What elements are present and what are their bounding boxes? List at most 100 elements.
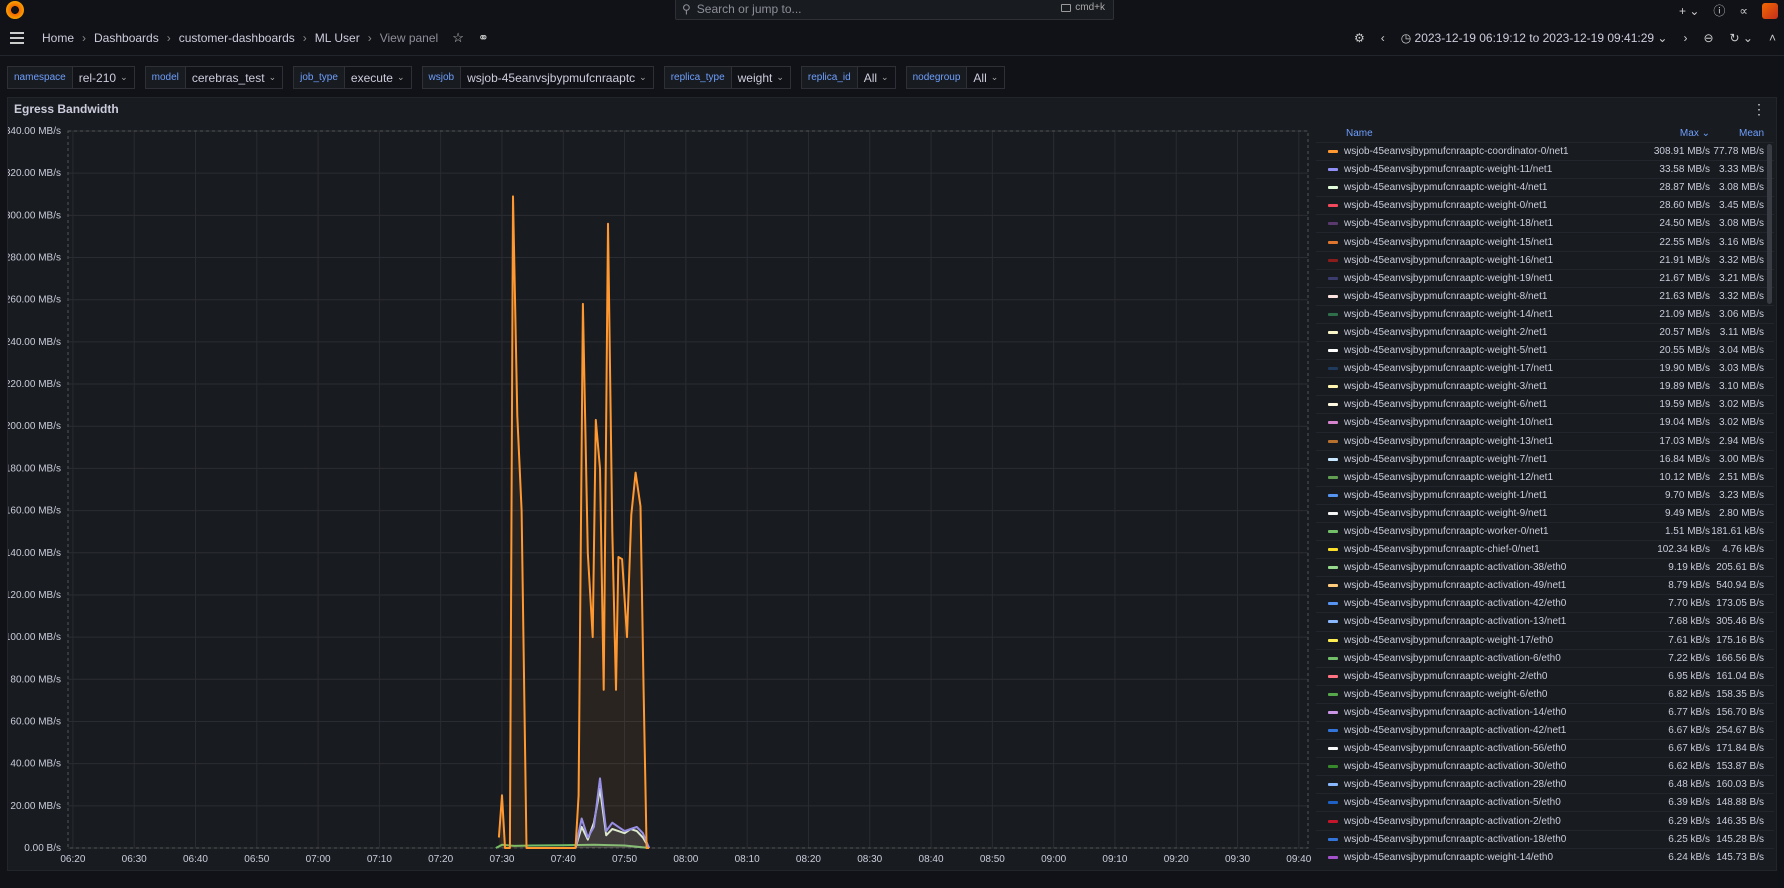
refresh-icon[interactable]: ↻ ⌄ [1730,31,1753,45]
zoom-out-icon[interactable]: ⊖ [1703,31,1713,45]
legend-item[interactable]: wsjob-45eanvsjbypmufcnraaptc-weight-6/et… [1316,684,1774,703]
variable-wsjob[interactable]: wsjob wsjob-45eanvsjbypmufcnraaptc ⌄ [421,66,654,89]
series-color-swatch [1328,548,1338,552]
legend-header-name[interactable]: Name [1316,128,1638,142]
legend-item[interactable]: wsjob-45eanvsjbypmufcnraaptc-weight-13/n… [1316,431,1774,450]
variable-value: All [863,70,878,85]
legend-item[interactable]: wsjob-45eanvsjbypmufcnraaptc-weight-4/ne… [1316,178,1774,196]
legend-item-mean: 148.88 B/s [1716,797,1764,809]
legend-item[interactable]: wsjob-45eanvsjbypmufcnraaptc-weight-8/ne… [1316,286,1774,305]
legend-item[interactable]: wsjob-45eanvsjbypmufcnraaptc-weight-17/n… [1316,359,1774,377]
chevron-down-icon: ⌄ [1657,31,1668,45]
legend-item[interactable]: wsjob-45eanvsjbypmufcnraaptc-activation-… [1316,793,1774,811]
variable-select[interactable]: weight ⌄ [731,66,791,89]
legend-item-mean: 175.16 B/s [1716,634,1764,646]
legend-item-name: wsjob-45eanvsjbypmufcnraaptc-weight-14/n… [1344,308,1554,320]
legend-scrollbar[interactable] [1767,144,1772,304]
legend-item[interactable]: wsjob-45eanvsjbypmufcnraaptc-chief-0/net… [1316,540,1774,558]
variable-nodegroup[interactable]: nodegroup All ⌄ [905,66,1006,89]
panel-menu-icon[interactable]: ⋮ [1752,101,1766,118]
legend-item[interactable]: wsjob-45eanvsjbypmufcnraaptc-weight-16/n… [1316,250,1774,269]
avatar[interactable] [1762,2,1778,19]
legend-item[interactable]: wsjob-45eanvsjbypmufcnraaptc-weight-2/et… [1316,666,1774,685]
legend-item[interactable]: wsjob-45eanvsjbypmufcnraaptc-activation-… [1316,721,1774,739]
legend-item[interactable]: wsjob-45eanvsjbypmufcnraaptc-weight-0/ne… [1316,196,1774,214]
plus-icon[interactable]: + ⌄ [1679,4,1699,18]
settings-icon[interactable]: ⚙ [1354,31,1365,45]
legend-item[interactable]: wsjob-45eanvsjbypmufcnraaptc-coordinator… [1316,142,1774,160]
legend-item-name: wsjob-45eanvsjbypmufcnraaptc-weight-17/n… [1344,363,1554,375]
share-icon[interactable]: ⚭ [478,30,489,46]
series-color-swatch [1328,511,1338,515]
legend-item[interactable]: wsjob-45eanvsjbypmufcnraaptc-weight-15/n… [1316,232,1774,250]
legend-item[interactable]: wsjob-45eanvsjbypmufcnraaptc-activation-… [1316,576,1774,594]
keyboard-icon [1061,3,1072,12]
legend-item[interactable]: wsjob-45eanvsjbypmufcnraaptc-activation-… [1316,612,1774,630]
variable-namespace[interactable]: namespace rel-210 ⌄ [7,66,135,89]
search-input[interactable]: ⚲ Search or jump to... cmd+k [675,0,1114,20]
legend-item-name: wsjob-45eanvsjbypmufcnraaptc-coordinator… [1344,146,1569,158]
variable-replica-id[interactable]: replica_id All ⌄ [800,66,896,89]
variable-select[interactable]: rel-210 ⌄ [72,66,135,89]
variable-select[interactable]: execute ⌄ [344,66,412,89]
y-tick-label: 260.00 MB/s [8,295,61,306]
legend-item[interactable]: wsjob-45eanvsjbypmufcnraaptc-activation-… [1316,558,1774,576]
legend-item[interactable]: wsjob-45eanvsjbypmufcnraaptc-weight-10/n… [1316,413,1774,431]
chart[interactable]: 0.00 B/s 20.00 MB/s 40.00 MB/s 60.00 MB/s 80… [8,124,1314,864]
chevron-left-icon[interactable]: ‹ [1381,31,1385,45]
series-color-swatch [1328,168,1338,172]
variable-model[interactable]: model cerebras_test ⌄ [144,66,284,89]
legend-item[interactable]: wsjob-45eanvsjbypmufcnraaptc-weight-5/ne… [1316,341,1774,359]
breadcrumb-home[interactable]: Home [42,31,74,45]
breadcrumb-separator: › [302,30,307,45]
variable-replica-type[interactable]: replica_type weight ⌄ [663,66,791,89]
legend-item[interactable]: wsjob-45eanvsjbypmufcnraaptc-activation-… [1316,648,1774,667]
chevron-right-icon[interactable]: › [1683,31,1687,45]
variable-select[interactable]: All ⌄ [967,66,1006,89]
legend-item[interactable]: wsjob-45eanvsjbypmufcnraaptc-weight-18/n… [1316,214,1774,232]
legend-item[interactable]: wsjob-45eanvsjbypmufcnraaptc-activation-… [1316,739,1774,757]
breadcrumb-current: View panel [379,30,439,45]
legend-item[interactable]: wsjob-45eanvsjbypmufcnraaptc-activation-… [1316,811,1774,829]
legend-item-max: 22.55 MB/s [1659,236,1710,248]
breadcrumb-folder[interactable]: customer-dashboards [179,31,295,45]
legend-item[interactable]: wsjob-45eanvsjbypmufcnraaptc-weight-11/n… [1316,160,1774,178]
legend-item[interactable]: wsjob-45eanvsjbypmufcnraaptc-weight-7/ne… [1316,449,1774,468]
variable-select[interactable]: cerebras_test ⌄ [185,66,284,89]
breadcrumb-dashboards[interactable]: Dashboards [94,31,159,45]
variable-select[interactable]: All ⌄ [857,66,896,89]
variable-select[interactable]: wsjob-45eanvsjbypmufcnraaptc ⌄ [461,66,654,89]
help-icon[interactable]: ⓘ [1713,2,1725,19]
legend-item[interactable]: wsjob-45eanvsjbypmufcnraaptc-weight-2/ne… [1316,322,1774,341]
legend-item[interactable]: wsjob-45eanvsjbypmufcnraaptc-activation-… [1316,702,1774,721]
legend-item[interactable]: wsjob-45eanvsjbypmufcnraaptc-worker-0/ne… [1316,521,1774,540]
legend-item-max: 19.89 MB/s [1659,381,1710,393]
time-range-picker[interactable]: ◷ 2023-12-19 06:19:12 to 2023-12-19 09:4… [1401,31,1668,45]
collapse-icon[interactable]: ˄ [1769,31,1776,45]
legend-item[interactable]: wsjob-45eanvsjbypmufcnraaptc-activation-… [1316,594,1774,612]
grafana-logo-icon[interactable] [6,1,24,19]
legend-item[interactable]: wsjob-45eanvsjbypmufcnraaptc-activation-… [1316,775,1774,793]
series-color-swatch [1328,349,1338,353]
legend-item[interactable]: wsjob-45eanvsjbypmufcnraaptc-activation-… [1316,829,1774,848]
legend-item[interactable]: wsjob-45eanvsjbypmufcnraaptc-weight-1/ne… [1316,485,1774,504]
rss-icon[interactable]: ∝ [1739,4,1748,18]
legend-item[interactable]: wsjob-45eanvsjbypmufcnraaptc-weight-17/e… [1316,630,1774,649]
legend-item-max: 17.03 MB/s [1659,435,1710,447]
legend-item[interactable]: wsjob-45eanvsjbypmufcnraaptc-weight-3/ne… [1316,377,1774,395]
star-icon[interactable]: ☆ [452,30,464,46]
legend-item[interactable]: wsjob-45eanvsjbypmufcnraaptc-activation-… [1316,757,1774,775]
legend-item[interactable]: wsjob-45eanvsjbypmufcnraaptc-weight-6/ne… [1316,395,1774,413]
menu-icon[interactable] [10,31,24,44]
legend-item-name: wsjob-45eanvsjbypmufcnraaptc-activation-… [1344,598,1567,610]
variable-job-type[interactable]: job_type execute ⌄ [293,66,412,89]
legend-item-max: 16.84 MB/s [1659,453,1710,465]
legend-item[interactable]: wsjob-45eanvsjbypmufcnraaptc-weight-14/n… [1316,304,1774,323]
legend-header-mean[interactable]: Mean [1710,128,1774,142]
legend-header-max[interactable]: Max ⌄ [1638,128,1710,142]
breadcrumb-dashboard[interactable]: ML User [315,31,360,45]
legend-item[interactable]: wsjob-45eanvsjbypmufcnraaptc-weight-9/ne… [1316,503,1774,522]
legend-item[interactable]: wsjob-45eanvsjbypmufcnraaptc-weight-14/e… [1316,847,1774,866]
legend-item[interactable]: wsjob-45eanvsjbypmufcnraaptc-weight-12/n… [1316,467,1774,486]
legend-item[interactable]: wsjob-45eanvsjbypmufcnraaptc-weight-19/n… [1316,268,1774,287]
